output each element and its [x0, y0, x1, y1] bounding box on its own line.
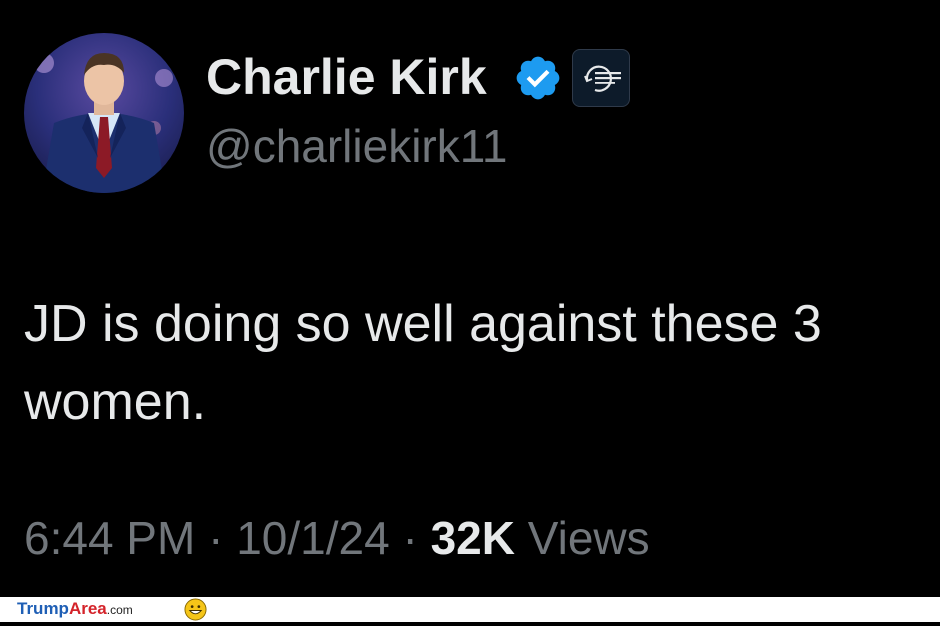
- user-handle[interactable]: @charliekirk11: [206, 121, 508, 172]
- views-label[interactable]: Views: [528, 512, 650, 564]
- grinning-face-icon: [184, 598, 207, 621]
- site-logo[interactable]: TrumpArea.com: [17, 599, 133, 620]
- turning-point-usa-logo[interactable]: [572, 49, 630, 107]
- verified-check-icon[interactable]: [513, 53, 563, 103]
- site-logo-part2: Area: [68, 599, 107, 618]
- site-logo-part1: Trump: [17, 599, 69, 618]
- tweet-text: JD is doing so well against these 3 wome…: [24, 295, 822, 431]
- watermark-footer: TrumpArea.com: [0, 597, 940, 622]
- tweet-meta: 6:44 PM · 10/1/24 · 32K Views: [24, 511, 650, 566]
- avatar[interactable]: [24, 33, 184, 193]
- tweet-card: Charlie Kirk @charliekirk11 JD is doing …: [0, 0, 940, 597]
- display-name[interactable]: Charlie Kirk: [206, 50, 487, 105]
- tweet-time[interactable]: 6:44 PM: [24, 512, 195, 564]
- site-logo-part3: .com: [106, 603, 133, 617]
- tweet-date[interactable]: 10/1/24: [236, 512, 389, 564]
- separator: ·: [402, 512, 418, 564]
- views-count[interactable]: 32K: [431, 512, 515, 564]
- separator: ·: [208, 512, 224, 564]
